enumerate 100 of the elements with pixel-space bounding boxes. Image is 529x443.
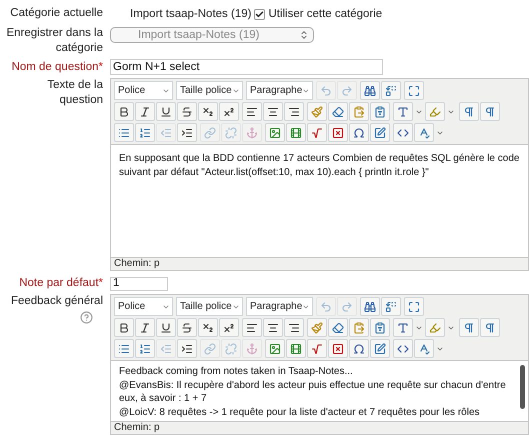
align-center-icon xyxy=(267,106,279,118)
square-root-icon xyxy=(311,126,323,139)
bold-icon xyxy=(118,106,130,118)
square-root-button[interactable] xyxy=(307,123,327,142)
field-label: question xyxy=(60,93,103,108)
paste-button[interactable] xyxy=(349,102,369,122)
omega-button[interactable] xyxy=(349,339,369,358)
edit-button[interactable] xyxy=(370,123,390,142)
highlighter-button[interactable] xyxy=(425,318,445,338)
ltr-pilcrow-button[interactable] xyxy=(459,102,479,122)
field-label: Enregistrer dans la xyxy=(6,26,103,42)
indent-button[interactable] xyxy=(177,339,197,358)
align-center-button[interactable] xyxy=(263,102,283,122)
rtl-pilcrow-button[interactable] xyxy=(480,102,500,122)
editor-content-area[interactable]: En supposant que la BDD contienne 17 acteurs Combien de requêtes SQL génère le code suivant par défaut "Acteur.list(offset:10, max 10).each { println it.role }" xyxy=(111,144,528,258)
eraser-button[interactable] xyxy=(328,102,348,122)
toolbar-dropdown[interactable]: Police xyxy=(114,297,173,316)
spellcheck-button[interactable] xyxy=(414,339,434,358)
outdent-icon xyxy=(160,342,172,355)
superscript-button[interactable] xyxy=(219,102,239,122)
find-button[interactable] xyxy=(360,81,380,100)
edit-button[interactable] xyxy=(370,339,390,358)
italic-button[interactable] xyxy=(135,102,155,122)
unlink-icon xyxy=(225,342,237,355)
superscript-icon xyxy=(223,322,235,334)
spellcheck-button[interactable] xyxy=(414,123,434,142)
numbered-list-button[interactable] xyxy=(135,339,155,358)
subscript-icon xyxy=(202,322,214,334)
subscript-button[interactable] xyxy=(198,102,218,122)
strikethrough-button[interactable] xyxy=(177,102,197,122)
underline-button[interactable] xyxy=(156,102,176,122)
clipboard-button[interactable] xyxy=(370,102,390,122)
editor-path: Chemin: p xyxy=(113,422,161,434)
field-label: Catégorie actuelle xyxy=(10,6,103,21)
default-mark-field[interactable]: 1 xyxy=(110,276,168,291)
italic-icon xyxy=(139,106,151,118)
square-root-button[interactable] xyxy=(307,339,327,358)
numbered-list-button[interactable] xyxy=(135,123,155,142)
toolbar-dropdown[interactable]: Paragraphe xyxy=(246,81,313,100)
bold-button[interactable] xyxy=(114,102,134,122)
subscript-button[interactable] xyxy=(198,318,218,338)
code-button[interactable] xyxy=(393,123,413,142)
align-left-button[interactable] xyxy=(242,102,262,122)
question-name-field[interactable]: Gorm N+1 select xyxy=(110,59,383,76)
ltr-pilcrow-button[interactable] xyxy=(459,318,479,338)
unlink-icon xyxy=(225,126,237,139)
link-icon xyxy=(204,342,216,355)
text-color-button[interactable] xyxy=(393,318,413,338)
text-color-button[interactable] xyxy=(393,102,413,122)
toolbar-dropdown[interactable]: Police xyxy=(114,81,173,100)
paste-icon xyxy=(353,322,365,334)
strikethrough-button[interactable] xyxy=(177,318,197,338)
align-right-button[interactable] xyxy=(284,102,304,122)
editor-paragraph: Feedback coming from notes taken in Tsaap-Notes... xyxy=(119,365,354,379)
highlighter-button[interactable] xyxy=(425,102,445,122)
code-icon xyxy=(397,126,409,139)
redo-icon xyxy=(341,300,353,313)
film-button[interactable] xyxy=(286,339,306,358)
align-left-icon xyxy=(246,322,258,334)
bullet-list-button[interactable] xyxy=(114,123,134,142)
omega-button[interactable] xyxy=(349,123,369,142)
fullscreen-button[interactable] xyxy=(404,81,424,100)
image-button[interactable] xyxy=(265,339,285,358)
superscript-button[interactable] xyxy=(219,318,239,338)
bullet-list-button[interactable] xyxy=(114,339,134,358)
paste-button[interactable] xyxy=(349,318,369,338)
align-center-button[interactable] xyxy=(263,318,283,338)
use-category-checkbox[interactable] xyxy=(254,9,266,20)
toolbar-dropdown[interactable]: Paragraphe xyxy=(246,297,313,316)
replace-button[interactable] xyxy=(381,297,401,316)
redo-icon xyxy=(341,84,353,97)
caret-icon xyxy=(302,302,310,311)
find-button[interactable] xyxy=(360,297,380,316)
film-button[interactable] xyxy=(286,123,306,142)
square-x-button[interactable] xyxy=(328,123,348,142)
required-asterisk: * xyxy=(98,60,103,75)
image-button[interactable] xyxy=(265,123,285,142)
italic-icon xyxy=(139,322,151,334)
align-left-button[interactable] xyxy=(242,318,262,338)
code-button[interactable] xyxy=(393,339,413,358)
clipboard-button[interactable] xyxy=(370,318,390,338)
toolbar-dropdown[interactable]: Taille police xyxy=(176,81,243,100)
fullscreen-button[interactable] xyxy=(404,297,424,316)
scrollbar-thumb[interactable] xyxy=(520,365,525,410)
bold-button[interactable] xyxy=(114,318,134,338)
field-label: Nom de question xyxy=(12,60,99,75)
eraser-button[interactable] xyxy=(328,318,348,338)
editor-content-area[interactable] xyxy=(111,360,528,422)
indent-button[interactable] xyxy=(177,123,197,142)
italic-button[interactable] xyxy=(135,318,155,338)
replace-button[interactable] xyxy=(381,81,401,100)
square-x-button[interactable] xyxy=(328,339,348,358)
undo-icon xyxy=(320,300,332,313)
align-right-button[interactable] xyxy=(284,318,304,338)
underline-button[interactable] xyxy=(156,318,176,338)
help-icon[interactable] xyxy=(80,311,93,324)
indent-icon xyxy=(181,342,193,355)
link-icon xyxy=(204,126,216,139)
rtl-pilcrow-button[interactable] xyxy=(480,318,500,338)
toolbar-dropdown[interactable]: Taille police xyxy=(176,297,243,316)
